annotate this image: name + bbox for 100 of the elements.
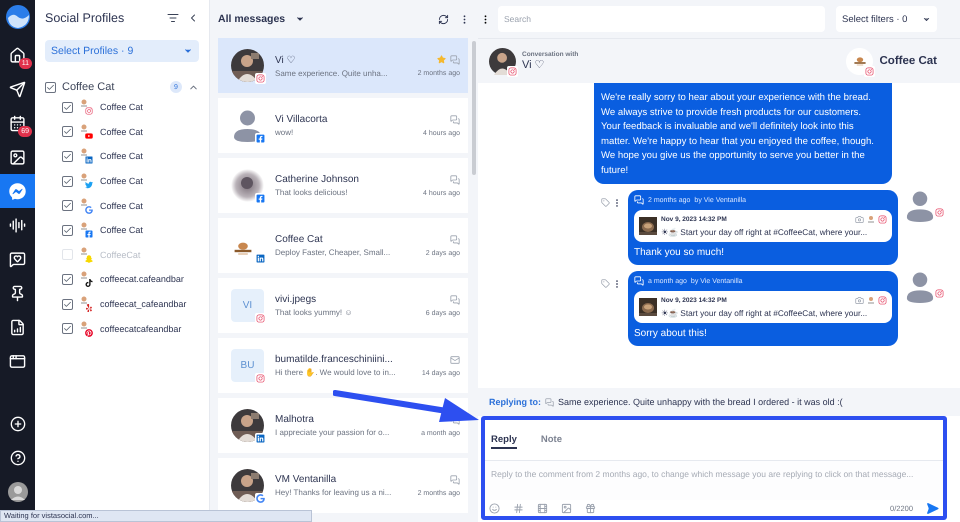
audio-wave-icon — [9, 216, 26, 234]
profile-name[interactable]: Coffee Cat — [100, 225, 143, 236]
profile-avatar-icon — [80, 173, 88, 182]
person-silhouette-icon — [904, 190, 936, 222]
google-icon — [85, 206, 93, 214]
checkbox[interactable] — [62, 200, 73, 212]
replying-label: Replying to: — [489, 397, 541, 407]
comment-icon — [545, 398, 554, 406]
instagram-icon — [256, 314, 265, 323]
profile-avatar-icon — [868, 216, 874, 223]
profile-name[interactable]: Coffee Cat — [100, 126, 143, 137]
message-bubble: We're really sorry to hear about your experience with the bread. We always strive to provide fresh products for our customers. Your feedback is invaluable and we'll definitely look into this matter. We're happy to hear that you enjoyed the coffee, though. We hope you give us the opportunity to serve you better in the future! — [594, 83, 892, 184]
sender-name: Vi ♡ — [275, 54, 296, 66]
sender-name: bumatilde.franceschiniini... — [275, 354, 394, 365]
image-icon[interactable] — [561, 502, 572, 514]
emoji-icon[interactable] — [489, 502, 500, 514]
linkedin-icon — [256, 434, 265, 443]
profile-avatar-icon — [80, 296, 88, 304]
linkedin-icon — [85, 156, 93, 164]
snapchat-icon — [85, 254, 93, 263]
profile-avatar-icon — [80, 246, 88, 255]
help-icon[interactable] — [10, 450, 26, 466]
checkbox[interactable] — [62, 126, 73, 138]
tag-icon[interactable] — [601, 198, 610, 207]
message-preview: Same experience. Quite unha... — [275, 68, 389, 78]
sender-name: Catherine Johnson — [275, 174, 360, 185]
media-icon[interactable] — [537, 502, 548, 514]
message-preview: That looks yummy! ☺ — [275, 308, 354, 317]
checkbox[interactable] — [62, 102, 73, 113]
instagram-icon — [935, 208, 944, 217]
window-icon — [9, 352, 26, 370]
message-preview: Deploy Faster, Cheaper, Small... — [275, 248, 392, 257]
messages-filter-title[interactable]: All messages — [218, 13, 286, 25]
refresh-icon[interactable] — [438, 14, 449, 24]
tiktok-icon — [85, 279, 93, 288]
sender-name: Malhotra — [275, 414, 315, 425]
add-icon[interactable] — [10, 416, 26, 432]
message-preview: That looks delicious! — [275, 188, 348, 197]
filters-dropdown[interactable]: Select filters · 0 — [836, 6, 937, 32]
instagram-icon — [85, 107, 93, 116]
checkbox[interactable] — [62, 298, 73, 310]
avatar-initials: BU — [231, 349, 264, 382]
sender-name: Coffee Cat — [275, 234, 324, 245]
profile-name[interactable]: Coffee Cat — [100, 102, 143, 112]
filter-icon[interactable] — [167, 12, 179, 24]
star-icon[interactable] — [437, 55, 446, 64]
profile-avatar-icon — [80, 320, 88, 329]
instagram-icon — [256, 374, 265, 383]
facebook-icon — [256, 194, 265, 203]
profile-avatar-icon — [80, 148, 88, 156]
profile-avatar-icon — [80, 99, 88, 108]
star-bubble-icon — [9, 250, 26, 268]
comment-icon — [450, 294, 460, 304]
instagram-icon — [878, 215, 887, 224]
checkbox[interactable] — [62, 323, 73, 334]
user-avatar-icon[interactable] — [8, 482, 28, 502]
linkedin-icon — [256, 254, 265, 263]
composer-tab[interactable]: Note — [540, 432, 562, 448]
profile-name[interactable]: Coffee Cat — [100, 151, 143, 162]
google-icon — [256, 494, 265, 503]
profile-name[interactable]: Coffee Cat — [100, 200, 143, 211]
app-logo-icon[interactable] — [4, 4, 30, 30]
checkbox[interactable] — [62, 176, 73, 187]
image-icon — [9, 148, 26, 166]
post-text: ☀☕ Start your day off right at #CoffeeCat, where your... — [661, 308, 868, 318]
sender-name: VM Ventanilla — [275, 474, 338, 485]
profile-name[interactable]: coffeecat_cafeandbar — [100, 299, 186, 310]
gif-icon[interactable] — [585, 502, 596, 514]
send-icon[interactable] — [926, 502, 939, 514]
hashtag-icon[interactable] — [513, 502, 524, 514]
instagram-icon — [865, 66, 874, 76]
post-text: ☀☕ Start your day off right at #CoffeeCat, where your... — [661, 227, 868, 237]
select-profiles-dropdown[interactable]: Select Profiles · 9 — [45, 40, 199, 62]
camera-icon — [855, 296, 864, 305]
composer-tab[interactable]: Reply — [491, 432, 517, 448]
avatar-initials: VI — [231, 289, 264, 322]
checkbox[interactable] — [62, 274, 73, 285]
profile-avatar-icon — [80, 198, 88, 206]
profile-name[interactable]: coffeecat.cafeandbar — [100, 274, 184, 284]
profile-name[interactable]: Coffee Cat — [100, 176, 143, 186]
search-field[interactable]: Search — [498, 6, 825, 32]
message-preview: Hey! Thanks for leaving us a ni... — [275, 488, 392, 497]
panel-title: Social Profiles — [45, 11, 124, 25]
mail-icon — [450, 354, 460, 364]
pin-icon — [9, 284, 26, 302]
checkbox[interactable] — [62, 150, 73, 162]
comment-icon — [450, 474, 460, 484]
profile-avatar-icon — [80, 124, 88, 132]
scrollbar[interactable] — [472, 41, 476, 175]
profile-name[interactable]: coffeecatcafeandbar — [100, 324, 182, 334]
message-preview: I appreciate your passion for o... — [275, 428, 390, 437]
facebook-icon — [256, 134, 265, 143]
checkbox[interactable] — [62, 224, 73, 236]
instagram-icon — [256, 74, 265, 83]
comment-icon — [634, 276, 644, 286]
checkbox[interactable] — [45, 82, 56, 92]
tag-icon[interactable] — [601, 279, 610, 288]
facebook-icon — [85, 230, 93, 238]
camera-icon — [855, 215, 864, 224]
instagram-icon — [878, 296, 887, 305]
